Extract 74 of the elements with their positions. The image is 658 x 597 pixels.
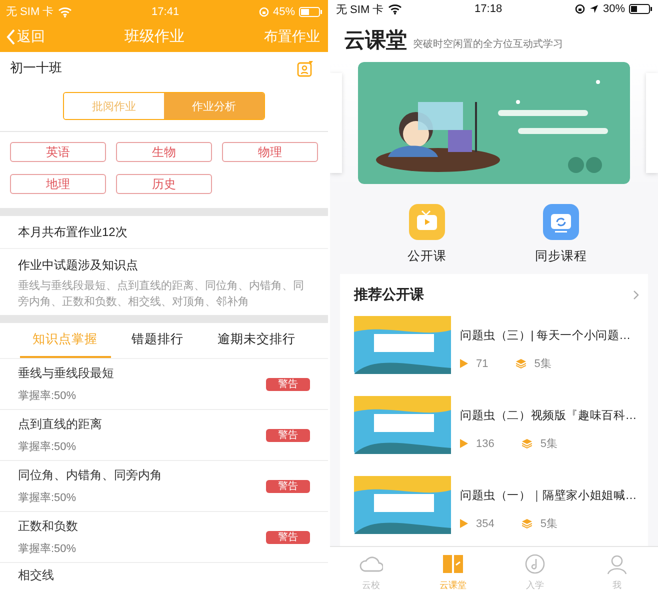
play-icon	[460, 439, 468, 448]
tab[interactable]: 错题排行	[118, 323, 196, 358]
episode-count: 5集	[540, 437, 558, 451]
class-name: 初一十班	[10, 59, 62, 77]
play-count: 136	[476, 438, 494, 450]
carrier-text: 无 SIM 卡	[6, 5, 54, 19]
warning-badge: 警告	[266, 378, 310, 390]
course-title: 问题虫（一）｜隔壁家小姐姐喊…	[460, 488, 637, 503]
rotation-lock-icon	[574, 4, 585, 14]
mastery-rate: 掌握率:50%	[18, 542, 78, 556]
knowledge-point-name: 垂线与垂线段最短	[18, 365, 114, 382]
clock-text: 17:41	[152, 6, 180, 18]
subject-button[interactable]: 生物	[116, 142, 212, 162]
subject-button[interactable]: 地理	[10, 174, 106, 194]
app-title: 云课堂	[344, 28, 407, 54]
layers-icon	[516, 358, 526, 368]
location-icon	[588, 4, 599, 14]
battery-icon	[298, 6, 322, 16]
tab[interactable]: 逾期未交排行	[204, 323, 308, 358]
carrier-text: 无 SIM 卡	[336, 2, 384, 16]
chevron-right-icon[interactable]	[633, 290, 640, 300]
knowledge-point-name: 正数和负数	[18, 518, 78, 535]
knowledge-point-name: 相交线	[18, 568, 54, 582]
mastery-rate: 掌握率:50%	[18, 440, 78, 454]
clock-text: 17:18	[474, 3, 502, 15]
play-icon	[460, 519, 468, 528]
mastery-rate: 掌握率:50%	[18, 490, 78, 505]
tv-icon	[409, 204, 445, 240]
book-icon	[441, 552, 465, 574]
tab-bar-item[interactable]: 我	[576, 547, 658, 597]
back-button[interactable]: 返回	[6, 28, 45, 46]
battery-text: 30%	[602, 3, 625, 15]
tab[interactable]: 知识点掌握	[20, 323, 110, 358]
course-title: 问题虫（二）视频版『趣味百科…	[460, 408, 637, 423]
play-icon	[460, 359, 468, 368]
subject-button[interactable]: 历史	[116, 174, 212, 194]
knowledge-title: 作业中试题涉及知识点	[18, 257, 139, 274]
section-title: 推荐公开课	[354, 286, 424, 304]
play-count: 71	[476, 358, 488, 370]
tab-bar-item[interactable]: 云校	[330, 547, 412, 597]
back-chevron-icon	[6, 28, 16, 44]
knowledge-point-name: 同位角、内错角、同旁内角	[18, 467, 162, 484]
course-title: 问题虫（三）| 每天一个小问题…	[460, 328, 630, 343]
knowledge-point-name: 点到直线的距离	[18, 416, 102, 433]
warning-badge: 警告	[266, 428, 310, 442]
shortcut-button[interactable]: 公开课	[392, 204, 462, 274]
subject-button[interactable]: 物理	[222, 142, 318, 162]
warning-badge: 警告	[266, 530, 310, 544]
monthly-summary: 本月共布置作业12次	[18, 224, 128, 240]
knowledge-points-text: 垂线与垂线段最短、点到直线的距离、同位角、内错角、同旁内角、正数和负数、相交线、对顶角、邻补角	[18, 278, 305, 310]
wifi-icon	[58, 6, 72, 18]
subject-button[interactable]: 英语	[10, 142, 106, 162]
warning-badge: 警告	[266, 480, 310, 492]
tab-bar-item[interactable]: 入学	[494, 547, 576, 597]
music-note-icon	[523, 552, 547, 574]
sync-icon	[543, 204, 579, 240]
layers-icon	[522, 518, 532, 528]
segment-tab[interactable]: 作业分析	[164, 93, 264, 119]
battery-icon	[628, 4, 652, 14]
mastery-rate: 掌握率:50%	[18, 388, 78, 403]
app-slogan: 突破时空闲置的全方位互动式学习	[413, 38, 563, 51]
layers-icon	[522, 438, 532, 448]
tab-bar-item[interactable]: 云课堂	[412, 547, 494, 597]
person-icon	[605, 552, 629, 574]
class-settings-icon[interactable]	[297, 60, 314, 76]
shortcut-button[interactable]: 同步课程	[526, 204, 596, 274]
battery-text: 45%	[272, 6, 295, 18]
episode-count: 5集	[534, 357, 552, 371]
play-count: 354	[476, 518, 494, 530]
episode-count: 5集	[540, 517, 558, 531]
rotation-lock-icon	[258, 6, 269, 16]
wifi-icon	[388, 3, 402, 15]
assign-homework-button[interactable]: 布置作业	[264, 28, 320, 46]
screen-title: 班级作业	[124, 27, 184, 46]
